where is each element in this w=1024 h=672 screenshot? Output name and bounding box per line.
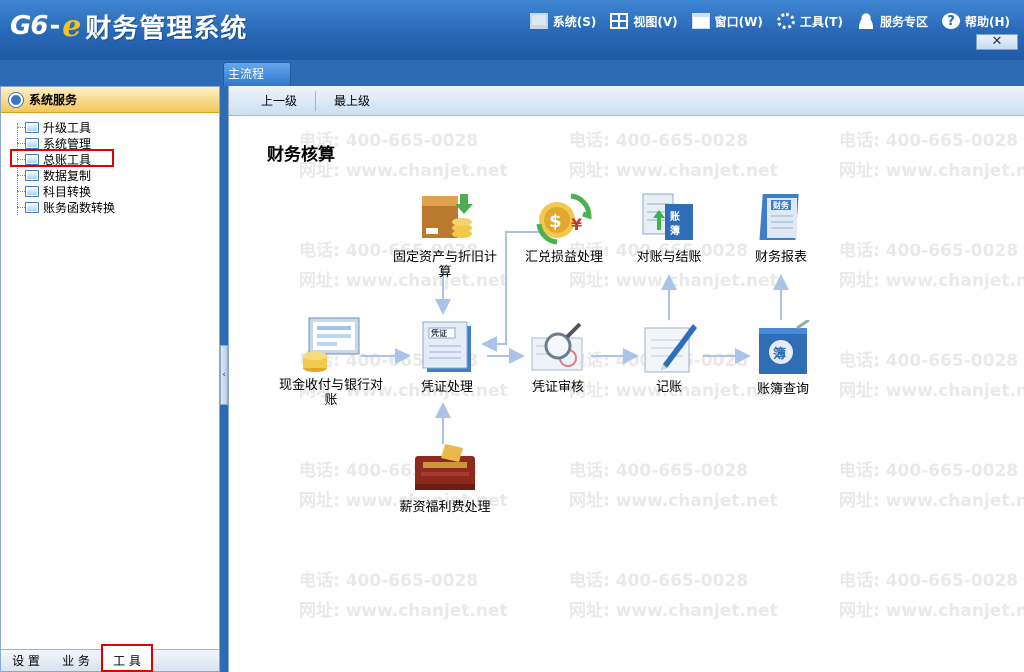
flow-canvas: 电话: 400-665-0028 网址: www.chanjet.net 电话: … — [229, 116, 1024, 672]
tree-item-ledger-tools[interactable]: 总账工具 — [11, 151, 219, 167]
logo-dash: - — [49, 11, 61, 41]
tree-item-label: 科目转换 — [43, 184, 92, 199]
window-icon — [691, 13, 710, 29]
svg-text:凭证: 凭证 — [430, 328, 447, 338]
node-audit-label: 凭证审核 — [531, 380, 584, 395]
grid-icon — [610, 13, 629, 29]
user-icon — [856, 13, 875, 29]
menu-service-label: 服务专区 — [879, 14, 928, 29]
node-fixed-assets[interactable]: 固定资产与折旧计算 — [393, 190, 497, 280]
folder-icon — [25, 201, 39, 213]
svg-text:簿: 簿 — [773, 346, 786, 362]
voucher-icon: 凭证 — [417, 320, 477, 376]
svg-text:簿: 簿 — [670, 224, 680, 237]
menu-system[interactable]: 系统(S) — [529, 10, 597, 32]
left-panel-header: 系统服务 — [1, 87, 219, 113]
toolbar: 上一级 最上级 — [229, 86, 1024, 116]
passbook-icon — [413, 442, 477, 496]
node-ledger-label: 账簿查询 — [756, 382, 809, 397]
report-book-icon: 财务 — [751, 190, 811, 246]
tree-item-function-convert[interactable]: 账务函数转换 — [11, 199, 219, 215]
menu-view[interactable]: 视图(V) — [610, 10, 678, 32]
node-audit[interactable]: 凭证审核 — [521, 320, 595, 395]
tree-item-label: 系统管理 — [43, 136, 92, 151]
computer-coins-icon — [301, 316, 361, 374]
menu-window[interactable]: 窗口(W) — [691, 10, 763, 32]
title-bar: G6 - e 财务管理系统 系统(S) 视图(V) 窗口(W) 工具(T) 服务… — [0, 0, 1024, 60]
menu-window-label: 窗口(W) — [714, 14, 763, 29]
tree-item-label: 总账工具 — [43, 152, 92, 167]
box-coins-icon — [416, 190, 474, 246]
node-payroll-label: 薪资福利费处理 — [399, 500, 491, 515]
menu-help[interactable]: ? 帮助(H) — [941, 10, 1010, 32]
node-voucher-label: 凭证处理 — [420, 380, 473, 395]
svg-text:财务: 财务 — [772, 200, 790, 210]
tree-item-data-copy[interactable]: 数据复制 — [11, 167, 219, 183]
folder-icon — [25, 169, 39, 181]
node-fixed-assets-label: 固定资产与折旧计算 — [393, 250, 498, 280]
folder-icon — [25, 185, 39, 197]
ledger-search-icon: 簿 — [753, 318, 813, 378]
folder-icon — [25, 121, 39, 133]
node-post[interactable]: 记账 — [635, 320, 703, 395]
pen-document-icon — [639, 320, 699, 376]
tree-item-label: 数据复制 — [43, 168, 92, 183]
close-button[interactable]: ✕ — [976, 34, 1018, 50]
node-cash-label: 现金收付与银行对账 — [278, 378, 383, 408]
menu-system-label: 系统(S) — [552, 14, 597, 29]
folder-icon — [25, 153, 39, 165]
logo-e: e — [62, 8, 82, 44]
tree-item-system-admin[interactable]: 系统管理 — [11, 135, 219, 151]
folder-icon — [25, 137, 39, 149]
monitor-icon — [529, 13, 548, 29]
tab-main-flow[interactable]: 主流程 — [223, 62, 291, 86]
app-logo: G6 - e 财务管理系统 — [10, 6, 247, 46]
node-voucher[interactable]: 凭证 凭证处理 — [407, 320, 487, 395]
node-reports-label: 财务报表 — [754, 250, 807, 265]
tree-item-label: 升级工具 — [43, 120, 92, 135]
menu-tools[interactable]: 工具(T) — [776, 10, 843, 32]
left-panel: 系统服务 升级工具 系统管理 总账工具 数据复制 科目转换 账务函数转换 设 置… — [0, 86, 220, 672]
up-level-button[interactable]: 上一级 — [243, 92, 315, 109]
node-fx[interactable]: $ ¥ 汇兑损益处理 — [519, 190, 609, 265]
menu-view-label: 视图(V) — [633, 14, 678, 29]
node-cash[interactable]: 现金收付与银行对账 — [277, 316, 385, 408]
service-tree: 升级工具 系统管理 总账工具 数据复制 科目转换 账务函数转换 — [1, 113, 219, 215]
help-icon: ? — [941, 13, 960, 29]
tab-business[interactable]: 业 务 — [51, 652, 101, 669]
node-payroll[interactable]: 薪资福利费处理 — [389, 442, 501, 515]
collapse-handle[interactable]: ‹ — [220, 345, 228, 405]
menu-help-label: 帮助(H) — [964, 14, 1010, 29]
gear-icon — [776, 13, 795, 29]
menu-tools-label: 工具(T) — [799, 14, 843, 29]
node-fx-label: 汇兑损益处理 — [524, 250, 603, 265]
tab-strip: 主流程 — [223, 60, 1024, 86]
svg-text:$: $ — [549, 211, 562, 232]
node-reports[interactable]: 财务 财务报表 — [739, 190, 823, 265]
currency-exchange-icon: $ ¥ — [535, 190, 593, 246]
left-panel-tabs: 设 置 业 务 工 具 — [1, 643, 219, 672]
logo-g6: G6 — [10, 11, 48, 41]
node-ledger[interactable]: 簿 账簿查询 — [745, 318, 821, 397]
main-panel: 上一级 最上级 电话: 400-665-0028 网址: www.chanjet.… — [228, 86, 1024, 672]
tab-tools[interactable]: 工 具 — [101, 643, 153, 672]
tree-item-upgrade[interactable]: 升级工具 — [11, 119, 219, 135]
node-reconcile-label: 对账与结账 — [636, 250, 702, 265]
svg-text:账: 账 — [670, 210, 680, 223]
node-reconcile[interactable]: 账簿 对账与结账 — [621, 190, 717, 265]
menu-bar: 系统(S) 视图(V) 窗口(W) 工具(T) 服务专区 ? 帮助(H) — [529, 10, 1010, 32]
app-title: 财务管理系统 — [85, 13, 248, 44]
tab-settings[interactable]: 设 置 — [1, 652, 51, 669]
left-panel-title: 系统服务 — [29, 93, 78, 107]
user-icon — [9, 92, 23, 107]
tree-item-account-convert[interactable]: 科目转换 — [11, 183, 219, 199]
menu-service[interactable]: 服务专区 — [856, 10, 928, 32]
tree-item-label: 账务函数转换 — [43, 200, 116, 215]
ledger-book-arrows-icon: 账簿 — [639, 190, 699, 246]
svg-text:¥: ¥ — [571, 215, 582, 234]
node-post-label: 记账 — [655, 380, 682, 395]
magnifier-stamp-icon — [528, 320, 588, 376]
top-level-button[interactable]: 最上级 — [316, 92, 388, 109]
